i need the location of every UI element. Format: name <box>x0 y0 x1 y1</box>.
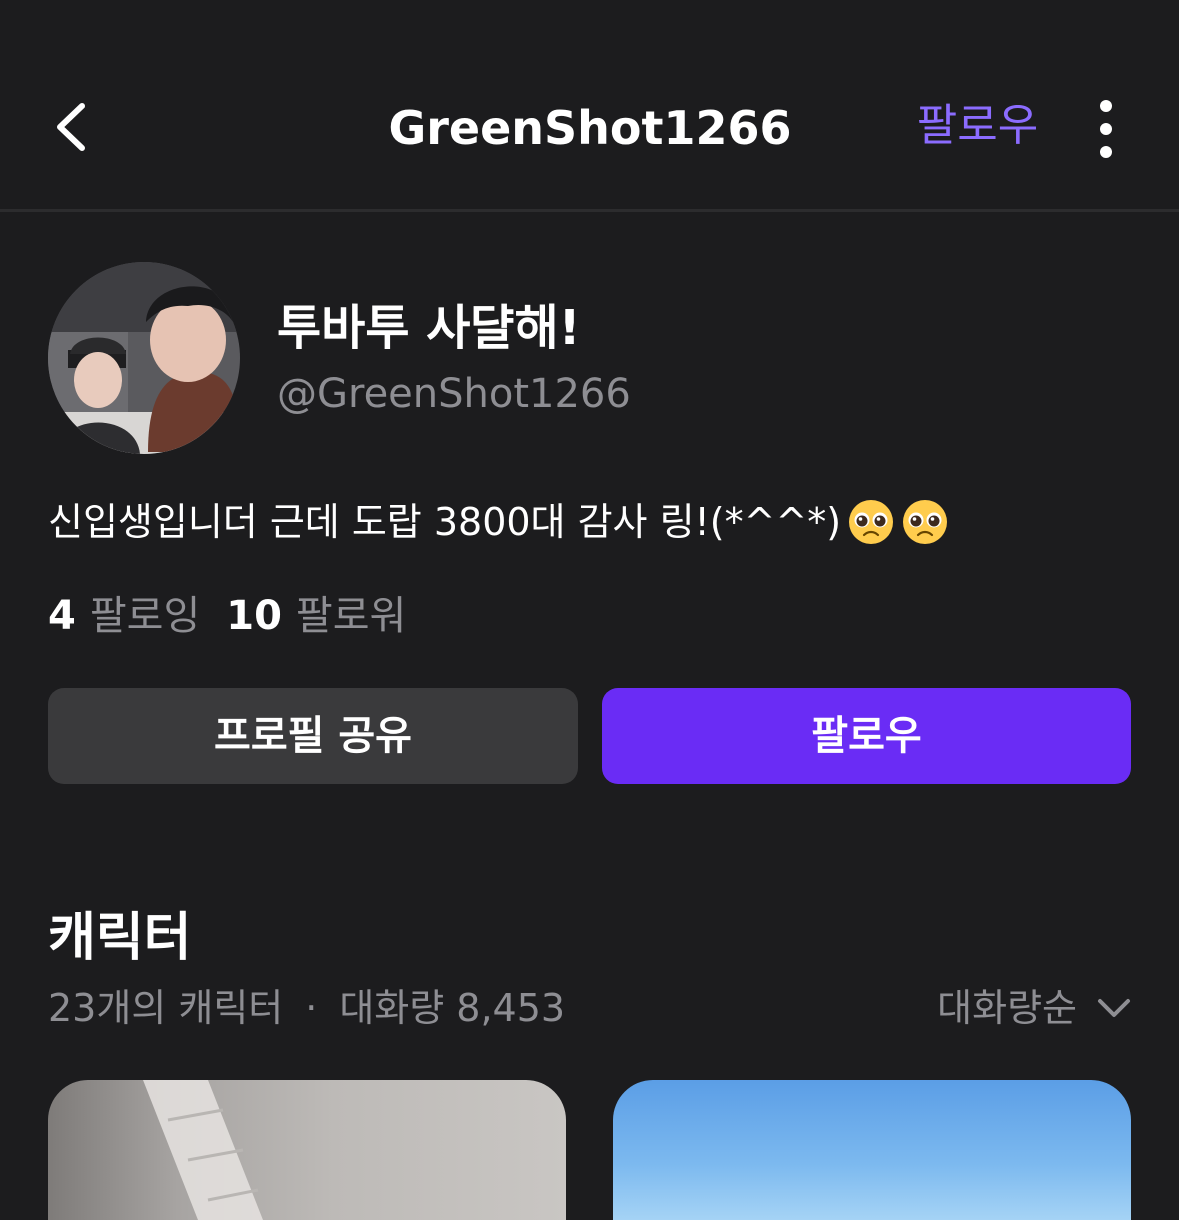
share-profile-button[interactable]: 프로필 공유 <box>48 688 578 784</box>
following-count[interactable]: 4 <box>48 593 76 639</box>
character-thumbnail <box>143 1080 263 1220</box>
avatar-photo <box>48 262 240 454</box>
user-handle: @GreenShot1266 <box>277 371 631 417</box>
pleading-face-icon <box>903 500 948 544</box>
pleading-face-icon <box>849 500 894 544</box>
display-name: 투바투 사댤해! <box>277 300 581 356</box>
follow-button[interactable]: 팔로우 <box>602 688 1131 784</box>
following-label[interactable]: 팔로잉 <box>90 593 200 639</box>
sort-label: 대화량순 <box>937 986 1077 1030</box>
separator-dot: · <box>305 986 318 1030</box>
followers-count[interactable]: 10 <box>226 593 282 639</box>
sort-dropdown[interactable]: 대화량순 <box>937 980 1131 1036</box>
more-vertical-icon <box>1100 100 1112 158</box>
characters-section-title: 캐릭터 <box>48 908 192 968</box>
avatar[interactable] <box>48 262 240 454</box>
bio-text: 신입생입니더 근데 도랍 3800대 감사 링!(*^^*) <box>48 500 842 544</box>
top-bar: GreenShot1266 팔로우 <box>0 0 1179 212</box>
back-button[interactable] <box>44 96 104 158</box>
chevron-left-icon <box>57 103 85 151</box>
character-card[interactable] <box>48 1080 566 1220</box>
character-count: 23개의 캐릭터 <box>48 986 284 1030</box>
page-title: GreenShot1266 <box>388 101 792 155</box>
header-follow-button[interactable]: 팔로우 <box>905 96 1050 156</box>
chevron-down-icon <box>1098 999 1130 1017</box>
characters-summary: 23개의 캐릭터 · 대화량 8,453 <box>48 980 565 1036</box>
conversation-volume: 대화량 8,453 <box>339 986 566 1030</box>
character-card[interactable] <box>613 1080 1131 1220</box>
follow-stats: 4 팔로잉 10 팔로워 <box>48 588 432 644</box>
followers-label[interactable]: 팔로워 <box>296 593 406 639</box>
profile-bio: 신입생입니더 근데 도랍 3800대 감사 링!(*^^*) <box>48 494 949 550</box>
more-options-button[interactable] <box>1084 98 1128 160</box>
